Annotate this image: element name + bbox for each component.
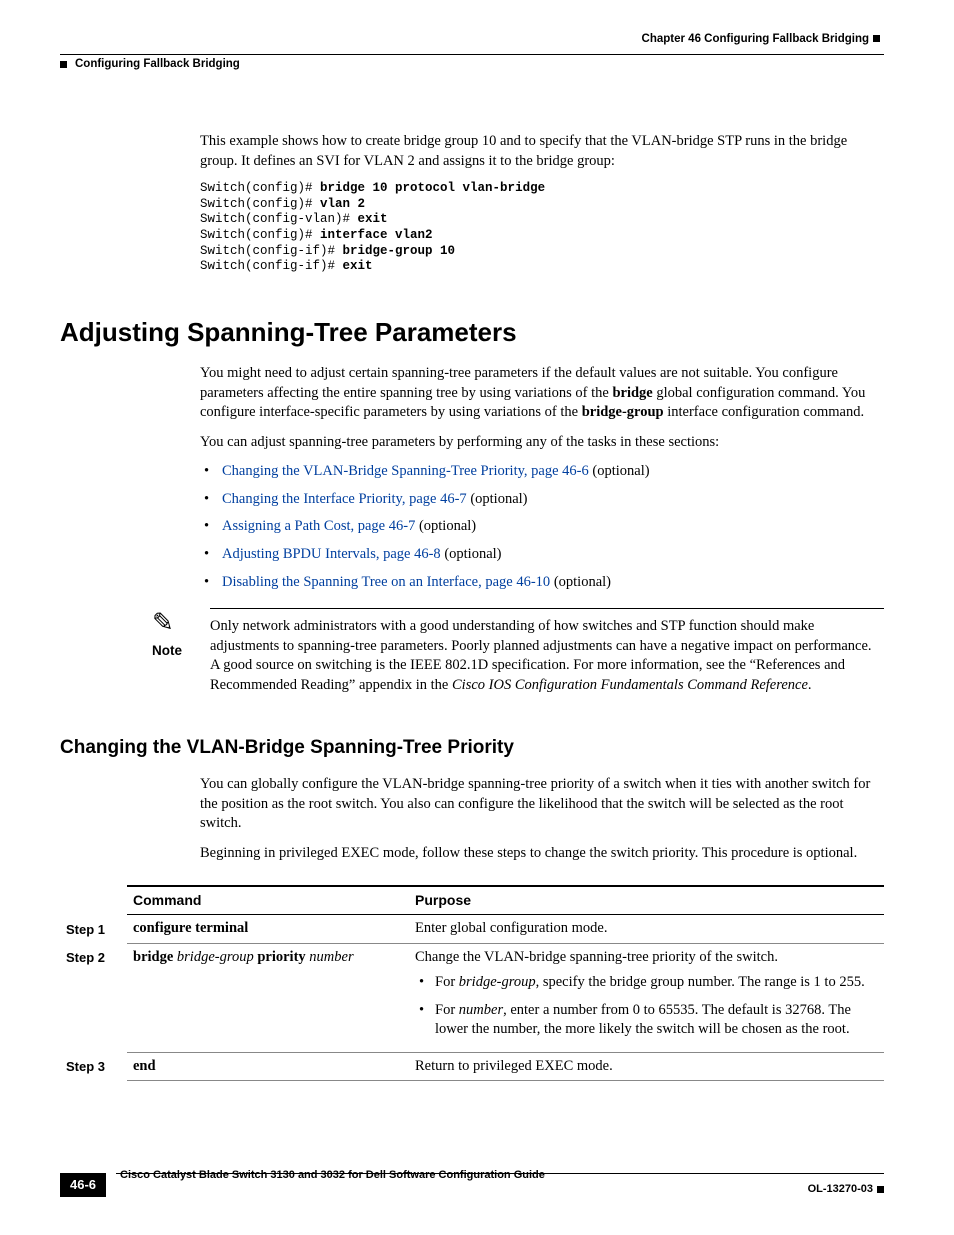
footer-title: Cisco Catalyst Blade Switch 3130 and 303… xyxy=(120,1168,545,1183)
header-marker-icon xyxy=(60,61,67,68)
task-list: Changing the VLAN-Bridge Spanning-Tree P… xyxy=(200,462,884,592)
xref-link[interactable]: Changing the Interface Priority, page 46… xyxy=(222,491,467,507)
xref-link[interactable]: Changing the VLAN-Bridge Spanning-Tree P… xyxy=(222,463,589,479)
step-label: Step 1 xyxy=(60,915,127,944)
heading-changing-priority: Changing the VLAN-Bridge Spanning-Tree P… xyxy=(60,735,884,761)
intro-paragraph: This example shows how to create bridge … xyxy=(200,132,884,171)
footer-doc-code: OL-13270-03 xyxy=(808,1182,884,1197)
footer-marker-icon xyxy=(877,1186,884,1193)
header-section: Configuring Fallback Bridging xyxy=(60,54,884,73)
command-cell: end xyxy=(127,1052,409,1081)
section-text: Configuring Fallback Bridging xyxy=(75,57,240,73)
step-label: Step 2 xyxy=(60,943,127,1052)
pen-icon: ✎ xyxy=(152,610,174,636)
page-footer: 46-6 Cisco Catalyst Blade Switch 3130 an… xyxy=(60,1173,884,1197)
paragraph: You might need to adjust certain spannin… xyxy=(200,364,884,423)
page-header: Chapter 46 Configuring Fallback Bridging… xyxy=(60,32,884,72)
subsection-body: You can globally configure the VLAN-brid… xyxy=(200,775,884,863)
chapter-text: Chapter 46 Configuring Fallback Bridging xyxy=(642,33,869,45)
list-item: Adjusting BPDU Intervals, page 46-8 (opt… xyxy=(200,545,884,565)
paragraph: You can globally configure the VLAN-brid… xyxy=(200,775,884,834)
paragraph: Beginning in privileged EXEC mode, follo… xyxy=(200,844,884,864)
table-header-row: Command Purpose xyxy=(60,886,884,914)
command-cell: bridge bridge-group priority number xyxy=(127,943,409,1052)
xref-link[interactable]: Disabling the Spanning Tree on an Interf… xyxy=(222,574,550,590)
paragraph: You can adjust spanning-tree parameters … xyxy=(200,433,884,453)
xref-link[interactable]: Assigning a Path Cost, page 46-7 xyxy=(222,518,415,534)
purpose-cell: Return to privileged EXEC mode. xyxy=(409,1052,884,1081)
section-body: You might need to adjust certain spannin… xyxy=(200,364,884,592)
note-block: ✎ Note Only network administrators with … xyxy=(152,608,884,695)
heading-adjusting-spanning-tree: Adjusting Spanning-Tree Parameters xyxy=(60,315,884,350)
command-header: Command xyxy=(127,886,409,914)
purpose-header: Purpose xyxy=(409,886,884,914)
purpose-cell: Enter global configuration mode. xyxy=(409,915,884,944)
note-label: Note xyxy=(152,642,210,660)
step-label: Step 3 xyxy=(60,1052,127,1081)
steps-table: Command Purpose Step 1 configure termina… xyxy=(60,885,884,1081)
code-example: Switch(config)# bridge 10 protocol vlan-… xyxy=(200,181,884,275)
purpose-cell: Change the VLAN-bridge spanning-tree pri… xyxy=(409,943,884,1052)
xref-link[interactable]: Adjusting BPDU Intervals, page 46-8 xyxy=(222,546,441,562)
table-row: Step 1 configure terminal Enter global c… xyxy=(60,915,884,944)
note-body: Only network administrators with a good … xyxy=(210,608,884,695)
list-item: Changing the VLAN-Bridge Spanning-Tree P… xyxy=(200,462,884,482)
list-item: For number, enter a number from 0 to 655… xyxy=(415,1001,878,1040)
list-item: For bridge-group, specify the bridge gro… xyxy=(415,973,878,993)
table-row: Step 2 bridge bridge-group priority numb… xyxy=(60,943,884,1052)
list-item: Changing the Interface Priority, page 46… xyxy=(200,490,884,510)
header-chapter: Chapter 46 Configuring Fallback Bridging xyxy=(60,32,884,48)
list-item: Assigning a Path Cost, page 46-7 (option… xyxy=(200,517,884,537)
header-marker-icon xyxy=(873,35,880,42)
command-cell: configure terminal xyxy=(127,915,409,944)
page-number-badge: 46-6 xyxy=(60,1173,106,1197)
step-header xyxy=(60,886,127,914)
table-row: Step 3 end Return to privileged EXEC mod… xyxy=(60,1052,884,1081)
list-item: Disabling the Spanning Tree on an Interf… xyxy=(200,573,884,593)
page: Chapter 46 Configuring Fallback Bridging… xyxy=(0,0,954,1235)
intro-block: This example shows how to create bridge … xyxy=(200,132,884,275)
note-icon-column: ✎ Note xyxy=(152,608,210,695)
